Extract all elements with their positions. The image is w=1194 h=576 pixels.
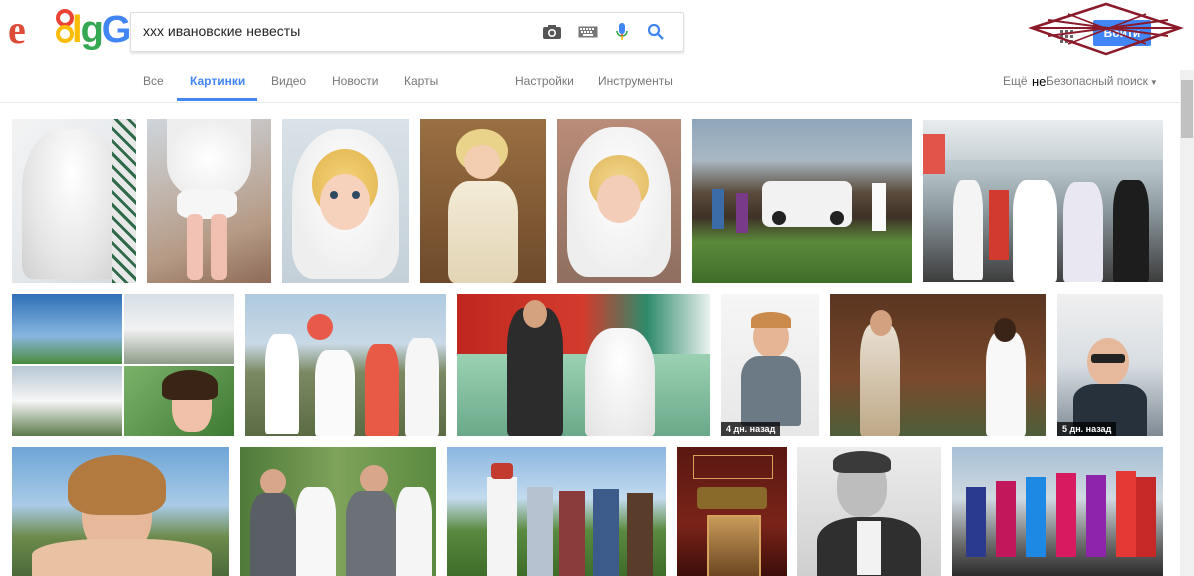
image-result[interactable] xyxy=(282,119,409,283)
mic-icon[interactable] xyxy=(611,22,633,42)
image-result[interactable] xyxy=(147,119,271,283)
safesearch-prefix[interactable]: не xyxy=(1032,74,1046,89)
image-result[interactable] xyxy=(557,119,681,283)
camera-icon[interactable] xyxy=(541,22,563,42)
scrollbar-track[interactable] xyxy=(1180,70,1194,576)
more-link[interactable]: Ещё xyxy=(1003,74,1028,88)
image-result[interactable] xyxy=(12,447,229,576)
image-result[interactable] xyxy=(952,447,1163,576)
tab-maps[interactable]: Карты xyxy=(404,74,438,88)
image-age-badge: 5 дн. назад xyxy=(1057,422,1117,436)
image-age-badge: 4 дн. назад xyxy=(721,422,781,436)
tabs-bar: Все Картинки Видео Новости Карты Настрой… xyxy=(0,60,1194,102)
active-tab-indicator xyxy=(177,98,257,101)
image-result[interactable] xyxy=(797,447,941,576)
image-result[interactable] xyxy=(457,294,710,436)
image-result[interactable] xyxy=(420,119,546,283)
image-result[interactable] xyxy=(245,294,446,436)
keyboard-icon[interactable] xyxy=(577,22,599,42)
image-result[interactable]: 4 дн. назад xyxy=(721,294,819,436)
tab-all[interactable]: Все xyxy=(143,74,164,88)
scrollbar-thumb[interactable] xyxy=(1181,80,1193,138)
chevron-down-icon: ▼ xyxy=(1149,78,1158,87)
image-result[interactable] xyxy=(447,447,666,576)
header: e lgG ххх ивановские невесты Войти Все К… xyxy=(0,0,1194,103)
tab-video[interactable]: Видео xyxy=(271,74,306,88)
image-result[interactable] xyxy=(12,294,234,436)
search-box[interactable]: ххх ивановские невесты xyxy=(130,12,684,52)
logo-fragment[interactable]: e xyxy=(8,8,26,52)
redaction-scribble xyxy=(1028,2,1184,56)
image-result[interactable] xyxy=(830,294,1046,436)
image-result[interactable] xyxy=(692,119,912,283)
image-result[interactable] xyxy=(12,119,136,283)
logo-text[interactable]: lgG xyxy=(72,8,131,52)
safesearch-dropdown[interactable]: Безопасный поиск ▼ xyxy=(1046,74,1158,88)
tab-settings[interactable]: Настройки xyxy=(515,74,574,88)
search-icon[interactable] xyxy=(645,22,667,42)
image-result[interactable] xyxy=(240,447,436,576)
search-input[interactable]: ххх ивановские невесты xyxy=(143,23,300,39)
tab-tools[interactable]: Инструменты xyxy=(598,74,673,88)
image-result[interactable] xyxy=(923,120,1163,282)
tab-images[interactable]: Картинки xyxy=(190,74,245,88)
image-result[interactable]: 5 дн. назад xyxy=(1057,294,1163,436)
image-result[interactable] xyxy=(677,447,787,576)
tab-news[interactable]: Новости xyxy=(332,74,378,88)
